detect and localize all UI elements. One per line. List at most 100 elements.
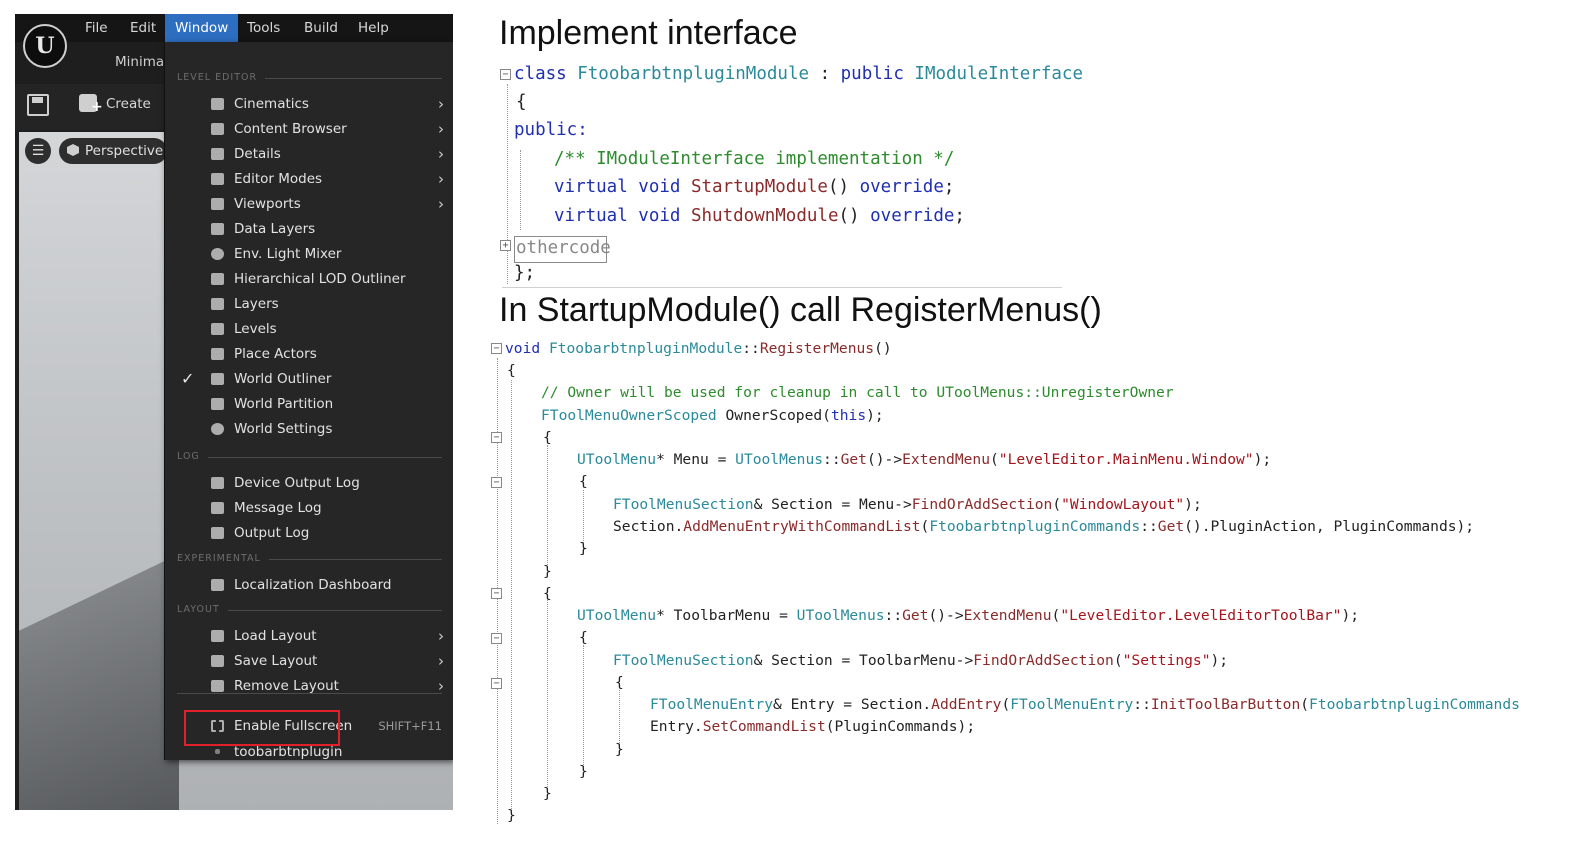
unreal-logo-icon[interactable]: U bbox=[23, 24, 67, 68]
indent-guide bbox=[507, 84, 508, 284]
menu-help[interactable]: Help bbox=[348, 14, 399, 42]
indent-guide bbox=[583, 645, 584, 775]
code-line: { bbox=[579, 629, 588, 646]
menu-item-save-layout[interactable]: Save Layout › bbox=[165, 649, 453, 674]
indent-guide bbox=[520, 150, 521, 230]
section-level-editor: LEVEL EDITOR bbox=[177, 72, 442, 84]
window-dropdown-menu: LEVEL EDITOR Cinematics › Content Browser… bbox=[164, 42, 453, 760]
level-tab[interactable]: Minimal bbox=[115, 54, 168, 70]
menu-item-message-log[interactable]: Message Log bbox=[165, 496, 453, 521]
menu-file[interactable]: File bbox=[75, 14, 118, 42]
indent-guide bbox=[547, 445, 548, 575]
chevron-right-icon: › bbox=[438, 652, 444, 670]
heading-startupmodule: In StartupModule() call RegisterMenus() bbox=[499, 291, 1102, 329]
menu-item-hlod-outliner[interactable]: Hierarchical LOD Outliner bbox=[165, 267, 453, 292]
content-browser-icon bbox=[211, 123, 224, 135]
world-settings-icon bbox=[211, 423, 224, 435]
create-button-label[interactable]: Create bbox=[106, 96, 151, 112]
menu-item-content-browser[interactable]: Content Browser › bbox=[165, 117, 453, 142]
menu-item-cinematics[interactable]: Cinematics › bbox=[165, 92, 453, 117]
levels-icon bbox=[211, 323, 224, 335]
code-line: /** IModuleInterface implementation */ bbox=[554, 149, 955, 169]
log-icon bbox=[211, 477, 224, 489]
flag-icon bbox=[211, 579, 224, 591]
menu-item-output-log[interactable]: Output Log bbox=[165, 521, 453, 546]
data-layers-icon bbox=[211, 223, 224, 235]
code-line: { bbox=[615, 674, 624, 691]
editor-modes-icon bbox=[211, 173, 224, 185]
code-line: } bbox=[543, 785, 552, 802]
collapsed-region-label: othercode bbox=[516, 238, 611, 258]
collapse-icon[interactable]: − bbox=[491, 343, 502, 354]
code-line: FToolMenuSection& Section = Menu->FindOr… bbox=[613, 496, 1202, 513]
code-line: } bbox=[579, 540, 588, 557]
menu-window[interactable]: Window bbox=[165, 14, 239, 42]
menu-item-data-layers[interactable]: Data Layers bbox=[165, 217, 453, 242]
menu-item-device-output-log[interactable]: Device Output Log bbox=[165, 471, 453, 496]
code-line: } bbox=[507, 807, 516, 824]
chevron-right-icon: › bbox=[438, 627, 444, 645]
output-log-icon bbox=[211, 527, 224, 539]
code-line: void FtoobarbtnpluginModule::RegisterMen… bbox=[505, 340, 892, 357]
message-log-icon bbox=[211, 502, 224, 514]
expand-icon[interactable]: + bbox=[500, 240, 511, 251]
collapse-icon[interactable]: − bbox=[491, 432, 502, 443]
collapse-icon[interactable]: − bbox=[500, 69, 511, 80]
separator-line bbox=[502, 287, 1062, 288]
menu-item-load-layout[interactable]: Load Layout › bbox=[165, 624, 453, 649]
load-layout-icon bbox=[211, 630, 224, 642]
indent-guide bbox=[547, 600, 548, 795]
menu-build[interactable]: Build bbox=[294, 14, 348, 42]
code-line: Section.AddMenuEntryWithCommandList(Ftoo… bbox=[613, 518, 1475, 535]
viewport-options-icon[interactable]: ☰ bbox=[25, 138, 51, 164]
menu-item-env-light-mixer[interactable]: Env. Light Mixer bbox=[165, 242, 453, 267]
plugin-icon bbox=[215, 749, 220, 754]
code-line: UToolMenu* ToolbarMenu = UToolMenus::Get… bbox=[577, 607, 1360, 624]
chevron-right-icon: › bbox=[438, 145, 444, 163]
menu-item-localization-dashboard[interactable]: Localization Dashboard bbox=[165, 573, 453, 598]
collapse-icon[interactable]: − bbox=[491, 633, 502, 644]
code-line: FToolMenuOwnerScoped OwnerScoped(this); bbox=[541, 407, 884, 424]
menu-item-viewports[interactable]: Viewports › bbox=[165, 192, 453, 217]
menu-item-editor-modes[interactable]: Editor Modes › bbox=[165, 167, 453, 192]
menu-item-levels[interactable]: Levels bbox=[165, 317, 453, 342]
code-line: { bbox=[543, 585, 552, 602]
menu-item-place-actors[interactable]: Place Actors bbox=[165, 342, 453, 367]
code-line: Entry.SetCommandList(PluginCommands); bbox=[650, 718, 976, 735]
section-layout: LAYOUT bbox=[177, 604, 442, 616]
code-line: }; bbox=[514, 263, 536, 283]
highlight-box bbox=[184, 710, 340, 746]
code-block-register-menus: void FtoobarbtnpluginModule::RegisterMen… bbox=[0, 0, 1520, 824]
menu-item-remove-layout[interactable]: Remove Layout › bbox=[165, 674, 453, 699]
heading-implement-interface: Implement interface bbox=[499, 14, 798, 52]
collapse-icon[interactable]: − bbox=[491, 477, 502, 488]
fullscreen-shortcut: SHIFT+F11 bbox=[378, 719, 442, 733]
code-line: // Owner will be used for cleanup in cal… bbox=[541, 384, 1174, 401]
code-line: } bbox=[615, 741, 624, 758]
save-icon[interactable] bbox=[27, 94, 49, 116]
menu-tools[interactable]: Tools bbox=[237, 14, 290, 42]
code-line: FToolMenuEntry& Entry = Section.AddEntry… bbox=[650, 696, 1520, 713]
menu-item-world-outliner[interactable]: ✓ World Outliner bbox=[165, 367, 453, 392]
details-icon bbox=[211, 148, 224, 160]
menu-edit[interactable]: Edit bbox=[120, 14, 166, 42]
code-line: virtual void StartupModule() override; bbox=[554, 177, 955, 197]
menu-item-world-partition[interactable]: World Partition bbox=[165, 392, 453, 417]
create-icon[interactable] bbox=[79, 94, 103, 114]
unreal-editor-screenshot: File Edit Window Tools Build Help U Mini… bbox=[15, 14, 453, 810]
menu-divider bbox=[177, 693, 442, 694]
perspective-label: Perspective bbox=[85, 143, 164, 159]
menu-bar: File Edit Window Tools Build Help bbox=[15, 14, 453, 42]
collapse-icon[interactable]: − bbox=[491, 588, 502, 599]
menu-item-world-settings[interactable]: World Settings bbox=[165, 417, 453, 442]
perspective-button[interactable]: Perspective bbox=[59, 138, 167, 164]
section-experimental: EXPERIMENTAL bbox=[177, 553, 442, 565]
checkmark-icon: ✓ bbox=[181, 369, 195, 388]
collapse-icon[interactable]: − bbox=[491, 678, 502, 689]
menu-item-layers[interactable]: Layers bbox=[165, 292, 453, 317]
cube-icon bbox=[67, 144, 79, 156]
menu-item-details[interactable]: Details › bbox=[165, 142, 453, 167]
code-line: { bbox=[516, 92, 527, 112]
code-line: { bbox=[507, 362, 516, 379]
remove-layout-icon bbox=[211, 680, 224, 692]
